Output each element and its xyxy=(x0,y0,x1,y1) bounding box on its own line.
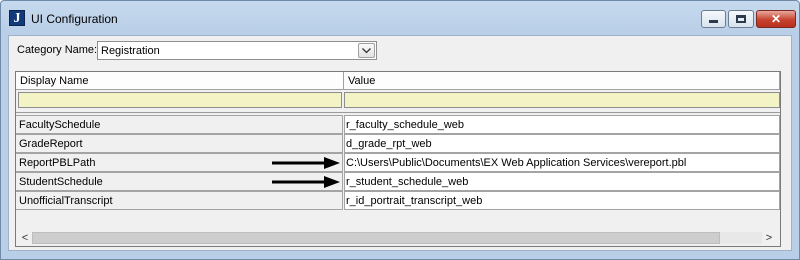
scroll-right-icon[interactable]: > xyxy=(762,232,776,244)
scroll-left-icon[interactable]: < xyxy=(18,232,32,244)
display-name-cell[interactable]: UnofficialTranscript xyxy=(16,191,343,210)
value-cell[interactable]: d_grade_rpt_web xyxy=(344,134,780,153)
value-text: r_faculty_schedule_web xyxy=(346,119,465,131)
display-name-cell[interactable]: GradeReport xyxy=(16,134,343,153)
horizontal-scrollbar[interactable]: < > xyxy=(16,230,780,246)
close-button[interactable]: ✕ xyxy=(756,10,796,28)
minimize-icon xyxy=(709,20,718,23)
table-row[interactable]: StudentSchedule r_student_schedule_web xyxy=(16,172,780,191)
display-name-cell[interactable]: StudentSchedule xyxy=(16,172,343,191)
value-cell[interactable]: r_id_portrait_transcript_web xyxy=(344,191,780,210)
ui-configuration-window: J UI Configuration ✕ Category Name: Regi… xyxy=(0,0,800,260)
window-content: Category Name: Registration Display Name… xyxy=(8,35,792,251)
category-selected-value: Registration xyxy=(101,45,160,57)
arrow-right-icon xyxy=(272,176,340,188)
configuration-grid: Display Name Value FacultySchedule r_fac… xyxy=(15,71,781,247)
value-text: d_grade_rpt_web xyxy=(346,138,432,150)
value-text: r_student_schedule_web xyxy=(346,176,469,188)
display-name-text: UnofficialTranscript xyxy=(19,195,113,207)
display-name-cell[interactable]: FacultySchedule xyxy=(16,115,343,134)
column-header-display-name[interactable]: Display Name xyxy=(16,72,344,90)
chevron-down-icon xyxy=(362,47,371,53)
scrollbar-thumb[interactable] xyxy=(32,232,720,244)
maximize-icon xyxy=(736,15,746,23)
display-name-text: GradeReport xyxy=(19,138,83,150)
column-header-label: Value xyxy=(348,75,376,87)
maximize-button[interactable] xyxy=(728,10,754,28)
scrollbar-track[interactable] xyxy=(32,232,762,244)
filter-row xyxy=(16,90,780,110)
window-title: UI Configuration xyxy=(31,12,118,26)
title-bar[interactable]: J UI Configuration ✕ xyxy=(1,1,799,35)
app-logo-icon: J xyxy=(9,10,25,26)
grid-separator xyxy=(16,112,780,114)
category-name-select[interactable]: Registration xyxy=(97,41,377,60)
table-row[interactable]: FacultySchedule r_faculty_schedule_web xyxy=(16,115,780,134)
filter-value-input[interactable] xyxy=(344,92,780,108)
minimize-button[interactable] xyxy=(701,10,726,28)
table-row[interactable]: ReportPBLPath C:\Users\Public\Documents\… xyxy=(16,153,780,172)
value-cell[interactable]: C:\Users\Public\Documents\EX Web Applica… xyxy=(344,153,780,172)
category-name-label: Category Name: xyxy=(17,44,98,56)
value-text: r_id_portrait_transcript_web xyxy=(346,195,483,207)
table-row[interactable]: GradeReport d_grade_rpt_web xyxy=(16,134,780,153)
arrow-right-icon xyxy=(272,157,340,169)
dropdown-button[interactable] xyxy=(358,43,375,58)
value-cell[interactable]: r_faculty_schedule_web xyxy=(344,115,780,134)
column-header-value[interactable]: Value xyxy=(344,72,780,90)
column-header-label: Display Name xyxy=(20,75,89,87)
display-name-text: ReportPBLPath xyxy=(19,157,96,169)
close-icon: ✕ xyxy=(770,12,782,26)
display-name-cell[interactable]: ReportPBLPath xyxy=(16,153,343,172)
value-text: C:\Users\Public\Documents\EX Web Applica… xyxy=(346,157,687,169)
display-name-text: FacultySchedule xyxy=(19,119,101,131)
display-name-text: StudentSchedule xyxy=(19,176,103,188)
table-row[interactable]: UnofficialTranscript r_id_portrait_trans… xyxy=(16,191,780,210)
filter-display-name-input[interactable] xyxy=(18,92,342,108)
value-cell[interactable]: r_student_schedule_web xyxy=(344,172,780,191)
